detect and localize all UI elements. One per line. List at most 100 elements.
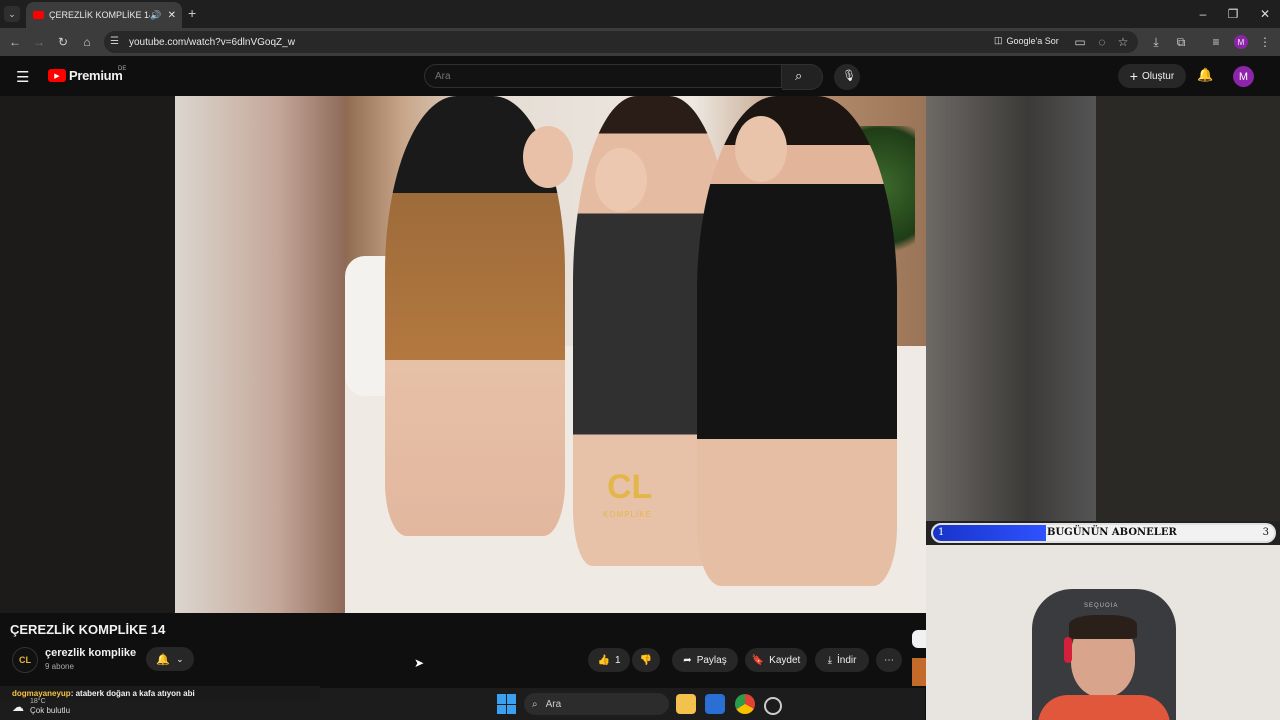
goal-target: 3: [1262, 527, 1269, 538]
weather-temp: 18°C: [30, 698, 46, 705]
taskbar-search-icon: ⌕: [532, 698, 538, 710]
youtube-favicon-icon: [33, 11, 44, 19]
video-title: ÇEREZLİK KOMPLİKE 14: [10, 622, 166, 637]
browser-menu-icon[interactable]: ⋮: [1256, 33, 1274, 51]
minimize-icon[interactable]: –: [1188, 0, 1218, 28]
channel-avatar[interactable]: CL: [12, 647, 38, 673]
download-label: İndir: [836, 654, 857, 666]
headphones: [1064, 637, 1072, 663]
bookmark-star-icon[interactable]: ☆: [1114, 33, 1132, 51]
bell-icon: 🔔: [156, 653, 171, 666]
google-lens-label: Google'a Sor: [1006, 35, 1059, 46]
tab-list-button[interactable]: ⌄: [4, 6, 20, 22]
taskbar-search-label: Ara: [545, 698, 562, 710]
download-icon[interactable]: ⤓: [1147, 33, 1165, 51]
hamburger-menu-icon[interactable]: ☰: [16, 68, 29, 86]
file-explorer-icon[interactable]: [676, 694, 696, 714]
dislike-button[interactable]: 👎: [632, 648, 660, 672]
search-icon: ⌕: [795, 68, 803, 83]
webcam-feed: SEQUOIA: [926, 545, 1280, 720]
subscriber-goal-bar: 1 BUGÜNÜN ABONELER 3: [931, 523, 1276, 543]
extensions-icon[interactable]: ⧉: [1172, 33, 1190, 51]
blurred-side-right: [926, 96, 1096, 521]
reading-list-icon[interactable]: ≡: [1207, 33, 1225, 51]
share-button[interactable]: ➦ Paylaş: [672, 648, 738, 672]
goal-label: BUGÜNÜN ABONELER: [1047, 527, 1177, 538]
youtube-play-icon: ▶: [48, 69, 66, 82]
like-button[interactable]: 👍 1: [588, 648, 630, 672]
channel-name[interactable]: çerezlik komplike: [45, 647, 136, 659]
bookmark-icon: 🔖: [751, 654, 765, 666]
streamer-shirt: [1038, 695, 1170, 720]
tab-close-icon[interactable]: ✕: [168, 10, 176, 21]
face-left: [523, 126, 573, 188]
goal-current: 1: [938, 527, 945, 538]
weather-widget[interactable]: ☁ 18°C Çok bulutlu: [12, 698, 70, 715]
player-background-left: [0, 96, 175, 613]
create-button[interactable]: + Oluştur: [1118, 64, 1186, 88]
face-middle: [595, 148, 647, 212]
sidebar-chip-peek[interactable]: [912, 630, 926, 648]
mouse-cursor: ➤: [414, 656, 425, 670]
cast-icon[interactable]: ▭: [1071, 33, 1089, 51]
player-background-right: [1096, 96, 1280, 521]
channel-watermark-subtext: KOMPLİKE: [603, 510, 652, 519]
person-right: [697, 96, 897, 586]
close-window-icon[interactable]: ✕: [1250, 0, 1280, 28]
profile-avatar[interactable]: M: [1234, 35, 1248, 49]
blurred-side-left: [175, 96, 345, 613]
restore-icon[interactable]: ❐: [1218, 0, 1248, 28]
save-label: Kaydet: [769, 654, 801, 666]
home-icon[interactable]: ⌂: [78, 33, 96, 51]
url-text[interactable]: youtube.com/watch?v=6dlnVGoqZ_w: [129, 37, 295, 48]
create-label: Oluştur: [1141, 70, 1175, 82]
thumbs-up-icon: 👍: [597, 654, 610, 666]
chat-text: : ataberk doğan a kafa atıyon abi: [70, 688, 195, 698]
app-icon[interactable]: [764, 697, 782, 715]
chrome-icon[interactable]: [735, 694, 755, 714]
tab-title: ÇEREZLİK KOMPLİKE 14 - Yo: [49, 10, 150, 20]
tab-audio-icon[interactable]: 🔊: [150, 10, 161, 21]
microphone-icon: 🎙: [842, 70, 856, 82]
reload-icon[interactable]: ↻: [54, 33, 72, 51]
cloud-icon: ☁: [12, 699, 24, 714]
video-frame: CL KOMPLİKE: [345, 96, 926, 613]
face-right: [735, 116, 787, 182]
back-icon[interactable]: ←: [6, 33, 24, 51]
weather-desc: Çok bulutlu: [30, 706, 71, 715]
youtube-logo[interactable]: ▶ Premium: [48, 68, 123, 83]
more-actions-button[interactable]: ⋯: [876, 648, 902, 672]
save-button[interactable]: 🔖 Kaydet: [745, 648, 807, 672]
search-button[interactable]: ⌕: [782, 64, 823, 90]
download-arrow-icon: ⤓: [827, 654, 832, 666]
plus-icon: +: [1129, 68, 1138, 84]
logo-text: Premium: [69, 68, 123, 83]
start-button[interactable]: [497, 694, 517, 714]
chair-brand: SEQUOIA: [1084, 603, 1119, 609]
subscriber-goal-fill: [933, 525, 1046, 541]
taskbar-search[interactable]: ⌕ Ara: [524, 693, 669, 715]
notifications-bell-icon[interactable]: 🔔: [1197, 67, 1213, 83]
sidebar-thumbnail-peek[interactable]: [912, 658, 926, 686]
account-avatar[interactable]: M: [1233, 66, 1254, 87]
eye-off-icon[interactable]: ◌: [1093, 33, 1111, 51]
logo-country-badge: DE: [118, 66, 127, 72]
like-count: 1: [614, 654, 621, 666]
search-input[interactable]: [424, 64, 782, 88]
forward-icon[interactable]: →: [30, 33, 48, 51]
streamer-hair: [1069, 615, 1137, 639]
subscriber-count: 9 abone: [45, 662, 74, 671]
voice-search-button[interactable]: 🎙: [834, 64, 860, 90]
google-lens-button[interactable]: ◫ Google'a Sor: [994, 35, 1059, 46]
download-button[interactable]: ⤓ İndir: [815, 648, 869, 672]
browser-tab[interactable]: ÇEREZLİK KOMPLİKE 14 - Yo 🔊 ✕: [26, 2, 182, 28]
new-tab-icon[interactable]: +: [188, 5, 196, 21]
thumbs-down-icon: 👎: [639, 654, 653, 666]
share-label: Paylaş: [696, 654, 727, 666]
site-info-icon[interactable]: ☰: [110, 36, 119, 47]
subscription-bell-button[interactable]: 🔔 ⌄: [146, 647, 194, 671]
lens-icon: ◫: [994, 35, 1003, 45]
outlook-icon[interactable]: [705, 694, 725, 714]
more-horizontal-icon: ⋯: [884, 654, 894, 666]
share-icon: ➦: [683, 654, 692, 666]
